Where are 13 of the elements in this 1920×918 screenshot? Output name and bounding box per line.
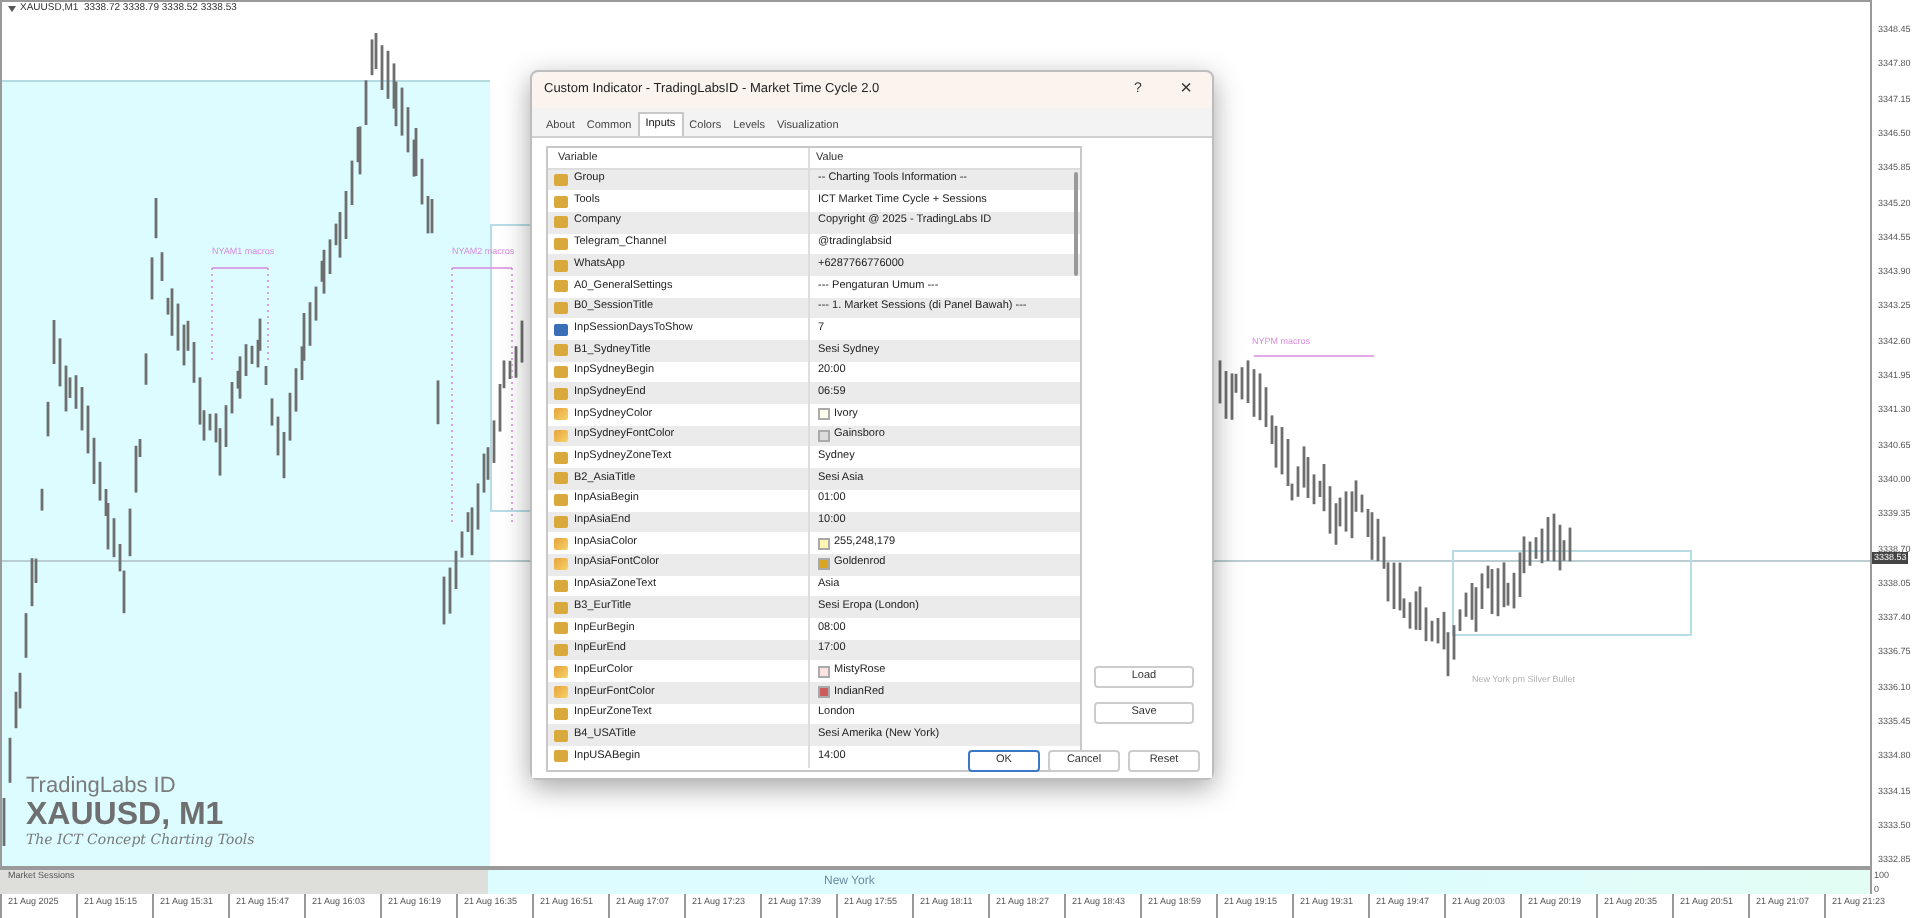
dropdown-caret-icon[interactable] <box>8 6 16 12</box>
color-swatch[interactable] <box>818 665 830 678</box>
color-swatch[interactable] <box>818 686 830 699</box>
close-button[interactable]: × <box>1176 80 1196 100</box>
scrollbar-thumb[interactable] <box>1074 172 1078 276</box>
color-swatch[interactable] <box>818 408 830 421</box>
macro-range-drawing <box>211 267 269 363</box>
color-swatch[interactable] <box>818 537 830 550</box>
color-swatch[interactable] <box>818 558 830 571</box>
color-swatch[interactable] <box>818 430 830 443</box>
number-type-icon <box>554 323 568 336</box>
symbol-label: XAUUSD, M1 <box>26 798 226 832</box>
company-label: TradingLabs ID <box>26 774 178 798</box>
